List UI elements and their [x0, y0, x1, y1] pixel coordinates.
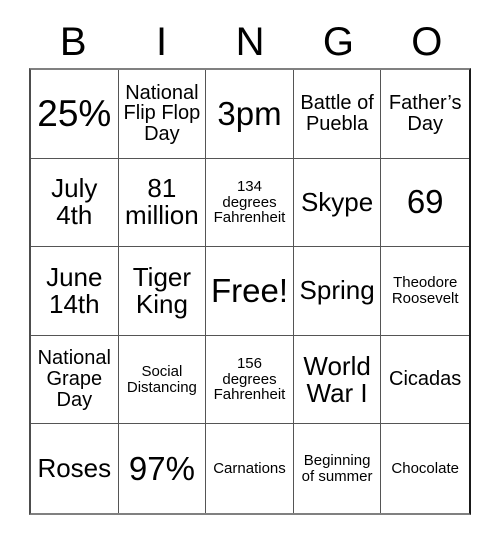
bingo-cell-i3[interactable]: Tiger King	[118, 247, 207, 336]
bingo-cell-label: Theodore Roosevelt	[391, 274, 459, 307]
bingo-cell-label: 69	[406, 183, 444, 221]
bingo-cell-label: World War I	[303, 350, 371, 408]
bingo-cell-label: Social Distancing	[126, 363, 197, 396]
bingo-cell-label: 25%	[37, 92, 112, 134]
bingo-header-letter-o: O	[411, 20, 443, 64]
bingo-cell-label: Beginning of summer	[301, 452, 373, 485]
bingo-cell-label: Father’s Day	[388, 92, 462, 135]
bingo-cell-b4[interactable]: National Grape Day	[31, 335, 119, 425]
bingo-cell-b1[interactable]: 25%	[31, 70, 119, 159]
bingo-cell-g4[interactable]: World War I	[293, 335, 382, 425]
bingo-cell-label: June 14th	[46, 261, 103, 319]
bingo-cell-label: National Grape Day	[37, 347, 111, 411]
bingo-cell-label: Roses	[37, 453, 112, 484]
bingo-cell-n4[interactable]: 156 degrees Fahrenheit	[206, 335, 294, 425]
bingo-cell-label: Carnations	[213, 459, 286, 477]
bingo-cell-label: 134 degrees Fahrenheit	[213, 178, 286, 227]
bingo-cell-o2[interactable]: 69	[381, 158, 469, 248]
bingo-cell-b2[interactable]: July 4th	[31, 158, 119, 248]
bingo-cell-label: Spring	[299, 275, 375, 306]
bingo-header-letter-i: I	[156, 20, 168, 64]
bingo-cell-label: Battle of Puebla	[300, 92, 374, 135]
bingo-cell-label: Cicadas	[389, 368, 462, 391]
bingo-cell-o5[interactable]: Chocolate	[381, 424, 469, 513]
bingo-cell-n1[interactable]: 3pm	[206, 70, 294, 159]
bingo-cell-label: National Flip Flop Day	[123, 81, 201, 146]
bingo-grid: 25% National Flip Flop Day 3pm Battle of…	[29, 68, 471, 515]
bingo-header-letter-g: G	[322, 20, 354, 64]
bingo-card: B I N G O 25% National Flip Flop Day 3pm…	[0, 0, 500, 544]
bingo-cell-o4[interactable]: Cicadas	[381, 335, 469, 425]
bingo-cell-n3-free[interactable]: Free!	[206, 247, 294, 336]
bingo-cell-b5[interactable]: Roses	[31, 424, 119, 513]
bingo-cell-label: 97%	[128, 449, 195, 487]
bingo-header-letter-b: B	[59, 20, 87, 64]
bingo-cell-g3[interactable]: Spring	[293, 247, 382, 336]
bingo-cell-o1[interactable]: Father’s Day	[381, 70, 469, 159]
bingo-cell-g5[interactable]: Beginning of summer	[293, 424, 382, 513]
bingo-cell-n5[interactable]: Carnations	[206, 424, 294, 513]
bingo-cell-i5[interactable]: 97%	[118, 424, 207, 513]
bingo-header-row: B I N G O	[29, 18, 471, 66]
bingo-cell-label: 3pm	[217, 94, 282, 132]
bingo-header-letter-n: N	[235, 20, 265, 64]
bingo-cell-b3[interactable]: June 14th	[31, 247, 119, 336]
bingo-cell-o3[interactable]: Theodore Roosevelt	[381, 247, 469, 336]
bingo-cell-i1[interactable]: National Flip Flop Day	[118, 70, 207, 159]
bingo-cell-g1[interactable]: Battle of Puebla	[293, 70, 382, 159]
bingo-cell-n2[interactable]: 134 degrees Fahrenheit	[206, 158, 294, 248]
bingo-cell-g2[interactable]: Skype	[293, 158, 382, 248]
bingo-cell-i2[interactable]: 81 million	[118, 158, 207, 248]
bingo-cell-label: Tiger King	[132, 261, 192, 319]
bingo-cell-label: 156 degrees Fahrenheit	[213, 355, 286, 404]
bingo-cell-i4[interactable]: Social Distancing	[118, 335, 207, 425]
bingo-cell-label: 81 million	[125, 173, 199, 231]
bingo-cell-label: Chocolate	[391, 459, 459, 477]
bingo-cell-label: Skype	[300, 186, 374, 217]
bingo-cell-label: Free!	[210, 271, 288, 309]
bingo-cell-label: July 4th	[51, 173, 98, 231]
